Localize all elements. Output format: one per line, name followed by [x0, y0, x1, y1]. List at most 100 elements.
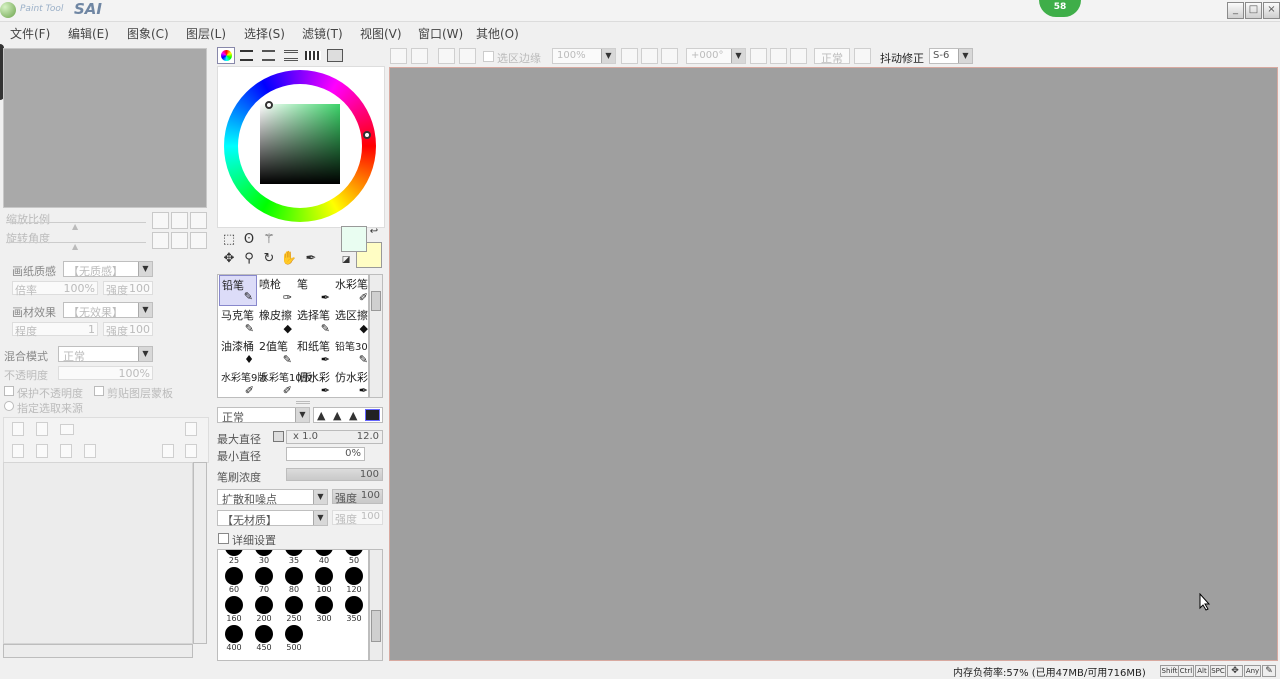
new-layer-icon[interactable] — [12, 422, 24, 436]
layer-list-vertical-scrollbar[interactable] — [193, 462, 207, 644]
new-folder-icon[interactable] — [60, 424, 74, 435]
menu-layer[interactable]: 图层(L) — [186, 25, 226, 42]
brush-tool-cell[interactable]: 水彩笔 ✐ — [333, 275, 371, 306]
brush-size-option[interactable]: 50 — [339, 550, 368, 566]
layer-list-horizontal-scrollbar[interactable] — [3, 644, 193, 658]
zoom-out-tb-button[interactable] — [621, 48, 638, 64]
redo-button[interactable] — [411, 48, 428, 64]
lock-layer-icon[interactable] — [162, 444, 174, 458]
hand-icon[interactable]: ✋ — [280, 250, 298, 268]
scratchpad-tab-icon[interactable] — [305, 51, 321, 60]
zoom-slider-thumb-icon[interactable]: ▲ — [72, 222, 78, 231]
scale-field[interactable]: 倍率 100% — [12, 281, 98, 297]
shift-key-indicator[interactable]: Shift — [1160, 665, 1179, 677]
alt-key-indicator[interactable]: Alt — [1195, 665, 1209, 677]
brush-texture-dropdown[interactable]: 【无材质】 ▼ — [217, 510, 328, 527]
size-multiplier-button[interactable] — [273, 431, 284, 442]
shape-medium-icon[interactable]: ▲ — [333, 409, 341, 422]
brush-size-option[interactable]: 120 — [339, 565, 368, 595]
shape-soft-icon[interactable]: ▲ — [317, 409, 325, 422]
texture-strength-slider[interactable]: 强度 100 — [332, 510, 383, 526]
palette-tab-icon[interactable] — [327, 49, 343, 62]
new-vector-layer-icon[interactable] — [36, 422, 48, 436]
brush-tool-cell[interactable]: 水彩笔9版 ✐ — [219, 368, 267, 399]
stabilizer-dropdown[interactable]: S-6 ▼ — [929, 48, 973, 64]
ctrl-key-indicator[interactable]: Ctrl — [1178, 665, 1194, 677]
panel-splitter[interactable] — [296, 401, 310, 404]
zoom-in-tb-button[interactable] — [641, 48, 658, 64]
menu-other[interactable]: 其他(O) — [476, 25, 519, 42]
protect-alpha-checkbox[interactable] — [4, 386, 14, 396]
shape-flat-icon[interactable] — [365, 409, 380, 421]
swatch-tab-icon[interactable] — [284, 50, 298, 61]
move-icon[interactable]: ✥ — [220, 250, 238, 268]
hsv-slider-tab-icon[interactable] — [262, 50, 275, 61]
saturation-value-square[interactable] — [260, 104, 340, 184]
shape-hard-icon[interactable]: ▲ — [349, 409, 357, 422]
view-mode-box[interactable]: 正常 — [814, 48, 850, 65]
zoom-in-button[interactable] — [171, 212, 188, 229]
rotate-reset-tb-button[interactable] — [790, 48, 807, 64]
select-edge-checkbox[interactable] — [483, 51, 494, 62]
zoom-fit-tb-button[interactable] — [661, 48, 678, 64]
hue-picker-handle[interactable] — [363, 131, 371, 139]
min-size-slider[interactable]: 0% — [286, 447, 365, 461]
opacity-slider[interactable]: 100% — [58, 366, 153, 380]
close-button[interactable]: × — [1263, 2, 1280, 19]
brush-size-option[interactable]: 60 — [219, 565, 249, 595]
brush-tool-cell[interactable]: 选择笔 ✎ — [295, 306, 333, 337]
rotate-left-tb-button[interactable] — [750, 48, 767, 64]
any-key-indicator[interactable]: Any — [1244, 665, 1261, 677]
brush-grid-scroll-thumb[interactable] — [371, 291, 381, 311]
brush-size-option[interactable]: 250 — [279, 594, 309, 624]
menu-edit[interactable]: 编辑(E) — [68, 25, 109, 42]
menu-select[interactable]: 选择(S) — [244, 25, 285, 42]
detail-settings-checkbox[interactable] — [218, 533, 229, 544]
delete-layer-icon[interactable] — [84, 444, 96, 458]
brush-size-option[interactable]: 40 — [309, 550, 339, 566]
brush-grid-scrollbar[interactable] — [369, 274, 383, 398]
merge-down-icon[interactable] — [36, 444, 48, 458]
brush-tool-cell[interactable]: 2值笔 ✎ — [257, 337, 295, 368]
rgb-slider-tab-icon[interactable] — [240, 50, 253, 61]
brush-tool-cell[interactable]: 铅笔30 ✎ — [333, 337, 371, 368]
brush-tool-cell[interactable]: 铅笔 ✎ — [219, 275, 257, 306]
swap-colors-icon[interactable]: ↩ — [368, 226, 380, 238]
rotate-right-button[interactable] — [171, 232, 188, 249]
selection-source-radio[interactable] — [4, 401, 14, 411]
color-wheel-tab[interactable] — [217, 47, 235, 64]
brush-mode-dropdown[interactable]: 正常 ▼ — [217, 407, 310, 424]
effect-strength-field[interactable]: 强度 100 — [103, 322, 153, 338]
navigator-preview[interactable] — [3, 48, 207, 208]
rotate-right-tb-button[interactable] — [770, 48, 787, 64]
minimize-button[interactable]: _ — [1227, 2, 1244, 19]
size-grid-scroll-thumb[interactable] — [371, 610, 381, 642]
brush-tool-cell[interactable]: 仿水彩 ✒ — [333, 368, 371, 399]
angle-slider-thumb-icon[interactable]: ▲ — [72, 242, 78, 251]
brush-size-option[interactable]: 300 — [309, 594, 339, 624]
paper-texture-dropdown[interactable]: 【无质感】 ▼ — [63, 261, 153, 278]
magic-wand-icon[interactable]: ⚚ — [260, 231, 278, 249]
undo-button[interactable] — [390, 48, 407, 64]
eyedropper-icon[interactable]: ✒ — [302, 250, 320, 268]
brush-tool-cell[interactable]: 选区擦 ◆ — [333, 306, 371, 337]
rotate-icon[interactable]: ↻ — [260, 250, 278, 268]
angle-dropdown[interactable]: +000° ▼ — [686, 48, 746, 64]
brush-size-option[interactable]: 350 — [339, 594, 368, 624]
brush-size-option[interactable]: 500 — [279, 623, 309, 653]
max-size-slider[interactable]: x 1.0 12.0 — [286, 430, 383, 444]
move-key-icon[interactable]: ✥ — [1227, 665, 1243, 677]
zoom-reset-button[interactable] — [190, 212, 207, 229]
pen-key-icon[interactable]: ✎ — [1262, 665, 1276, 677]
brush-size-option[interactable]: 450 — [249, 623, 279, 653]
maximize-button[interactable]: □ — [1245, 2, 1262, 19]
blend-mode-dropdown[interactable]: 正常 ▼ — [58, 346, 153, 363]
texture-strength-field[interactable]: 强度 100 — [103, 281, 153, 297]
menu-image[interactable]: 图象(C) — [127, 25, 169, 42]
brush-size-option[interactable]: 70 — [249, 565, 279, 595]
brush-size-option[interactable]: 35 — [279, 550, 309, 566]
zoom-out-button[interactable] — [152, 212, 169, 229]
brush-size-option[interactable]: 30 — [249, 550, 279, 566]
menu-filter[interactable]: 滤镜(T) — [302, 25, 343, 42]
layer-settings-icon[interactable] — [185, 444, 197, 458]
